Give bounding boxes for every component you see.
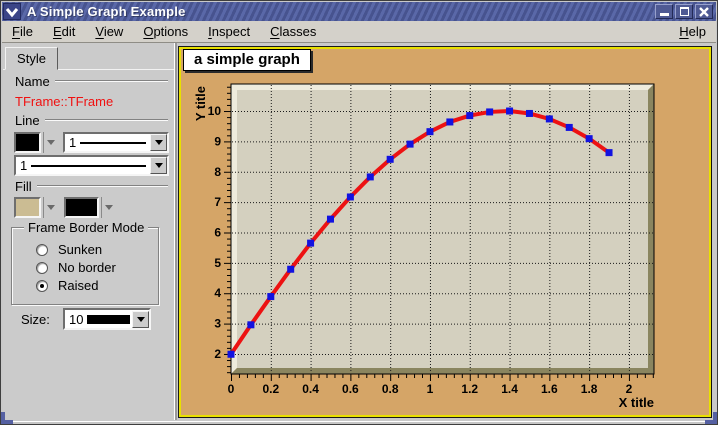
frame-border-mode-label: Frame Border Mode xyxy=(24,220,148,235)
menu-item-options[interactable]: Options xyxy=(133,21,198,42)
svg-text:9: 9 xyxy=(214,134,221,148)
menu-item-edit[interactable]: Edit xyxy=(43,21,85,42)
line-width-combo-arrow[interactable] xyxy=(150,157,167,174)
svg-text:0.8: 0.8 xyxy=(382,382,399,396)
triangle-down-icon xyxy=(47,140,55,145)
menu-item-view[interactable]: View xyxy=(85,21,133,42)
triangle-down-icon xyxy=(105,205,113,210)
line-width-combo[interactable]: 1 xyxy=(14,155,169,176)
line-color-swatch[interactable] xyxy=(14,132,41,153)
svg-text:0: 0 xyxy=(228,382,235,396)
line-style-value: 1 xyxy=(69,135,76,150)
title-bar[interactable]: A Simple Graph Example xyxy=(2,2,716,21)
separator xyxy=(45,119,168,121)
maximize-button[interactable] xyxy=(675,4,693,19)
app-window: A Simple Graph Example FileEditViewOptio… xyxy=(0,0,718,425)
name-section-header: Name xyxy=(15,74,168,88)
svg-text:0.6: 0.6 xyxy=(342,382,359,396)
svg-text:8: 8 xyxy=(214,165,221,179)
radio-icon xyxy=(36,280,48,292)
svg-text:1.8: 1.8 xyxy=(581,382,598,396)
svg-text:0.4: 0.4 xyxy=(302,382,319,396)
object-name: TFrame::TFrame xyxy=(15,94,113,109)
menu-bar: FileEditViewOptionsInspectClasses Help xyxy=(2,21,716,43)
fill-color-dropdown-arrow[interactable] xyxy=(43,197,58,218)
graph-plot[interactable]: 0 0.2 0.4 0.6 0.8 1 1.2 1.4 1.6 1.8 2 2 3 4 5 6 7 8 9 10 X t… xyxy=(181,49,709,415)
svg-text:7: 7 xyxy=(214,195,221,209)
window-menu-icon[interactable] xyxy=(3,3,21,20)
maximize-icon xyxy=(680,7,689,16)
svg-text:6: 6 xyxy=(214,225,221,239)
size-combo[interactable]: 10 xyxy=(63,308,151,330)
svg-text:3: 3 xyxy=(214,317,221,331)
line-section-header: Line xyxy=(15,113,168,127)
svg-text:4: 4 xyxy=(214,286,221,300)
style-editor-panel: Style Name TFrame::TFrame Line 1 xyxy=(3,43,175,420)
svg-text:1.4: 1.4 xyxy=(501,382,518,396)
menu-item-help[interactable]: Help xyxy=(669,21,716,42)
triangle-down-icon xyxy=(137,317,145,322)
minimize-icon xyxy=(660,13,669,16)
line-width-value: 1 xyxy=(20,158,27,173)
window-title: A Simple Graph Example xyxy=(27,4,186,19)
name-section-label: Name xyxy=(15,74,50,89)
close-button[interactable] xyxy=(695,4,713,19)
fill-pattern-swatch[interactable] xyxy=(64,197,99,218)
menu-item-inspect[interactable]: Inspect xyxy=(198,21,260,42)
triangle-down-icon xyxy=(47,205,55,210)
x-axis-title: X title xyxy=(619,395,654,410)
radio-raised[interactable]: Raised xyxy=(36,278,98,293)
tab-style[interactable]: Style xyxy=(5,47,58,70)
line-color-dropdown-arrow[interactable] xyxy=(43,132,58,153)
minimize-button[interactable] xyxy=(655,4,673,19)
y-axis-title: Y title xyxy=(193,86,208,121)
close-icon xyxy=(699,7,709,17)
triangle-down-icon xyxy=(155,140,163,145)
separator xyxy=(55,80,168,82)
svg-text:10: 10 xyxy=(208,104,222,118)
main-content: Style Name TFrame::TFrame Line 1 xyxy=(1,43,717,424)
line-style-sample xyxy=(80,142,146,144)
window-bottom-border xyxy=(2,421,716,424)
size-combo-arrow[interactable] xyxy=(132,311,149,328)
graph-title[interactable]: a simple graph xyxy=(183,49,311,71)
fill-section-label: Fill xyxy=(15,179,32,194)
svg-text:2: 2 xyxy=(214,347,221,361)
fill-section-header: Fill xyxy=(15,179,168,193)
line-width-sample xyxy=(31,165,146,167)
triangle-down-icon xyxy=(155,163,163,168)
svg-text:1: 1 xyxy=(427,382,434,396)
fill-color-swatch[interactable] xyxy=(14,197,41,218)
line-section-label: Line xyxy=(15,113,40,128)
resize-corner-bottom-left[interactable] xyxy=(1,412,5,424)
radio-no-border[interactable]: No border xyxy=(36,260,116,275)
radio-no-border-label: No border xyxy=(58,260,116,275)
radio-raised-label: Raised xyxy=(58,278,98,293)
size-label: Size: xyxy=(21,312,50,327)
size-sample xyxy=(87,315,130,324)
frame-border-mode-group: Frame Border Mode Sunken No border Raise… xyxy=(11,227,159,305)
separator xyxy=(37,185,168,187)
style-editor-body: Name TFrame::TFrame Line 1 1 xyxy=(3,69,174,420)
radio-sunken-label: Sunken xyxy=(58,242,102,257)
svg-text:1.2: 1.2 xyxy=(461,382,478,396)
svg-text:2: 2 xyxy=(626,382,633,396)
radio-icon xyxy=(36,244,48,256)
menu-item-classes[interactable]: Classes xyxy=(260,21,326,42)
fill-pattern-dropdown-arrow[interactable] xyxy=(101,197,116,218)
menu-item-file[interactable]: File xyxy=(2,21,43,42)
resize-corner-bottom-right[interactable] xyxy=(713,412,717,424)
svg-text:5: 5 xyxy=(214,256,221,270)
size-value: 10 xyxy=(69,312,83,327)
line-style-combo[interactable]: 1 xyxy=(63,132,169,153)
line-style-combo-arrow[interactable] xyxy=(150,134,167,151)
svg-text:1.6: 1.6 xyxy=(541,382,558,396)
svg-text:0.2: 0.2 xyxy=(262,382,279,396)
radio-sunken[interactable]: Sunken xyxy=(36,242,102,257)
root-canvas[interactable]: a simple graph 0 0.2 0.4 0.6 0.8 1 1.2 1.4 1.6 1.… xyxy=(181,49,709,415)
canvas-highlight-border: a simple graph 0 0.2 0.4 0.6 0.8 1 1.2 1.4 1.6 1.… xyxy=(178,46,712,418)
radio-icon xyxy=(36,262,48,274)
